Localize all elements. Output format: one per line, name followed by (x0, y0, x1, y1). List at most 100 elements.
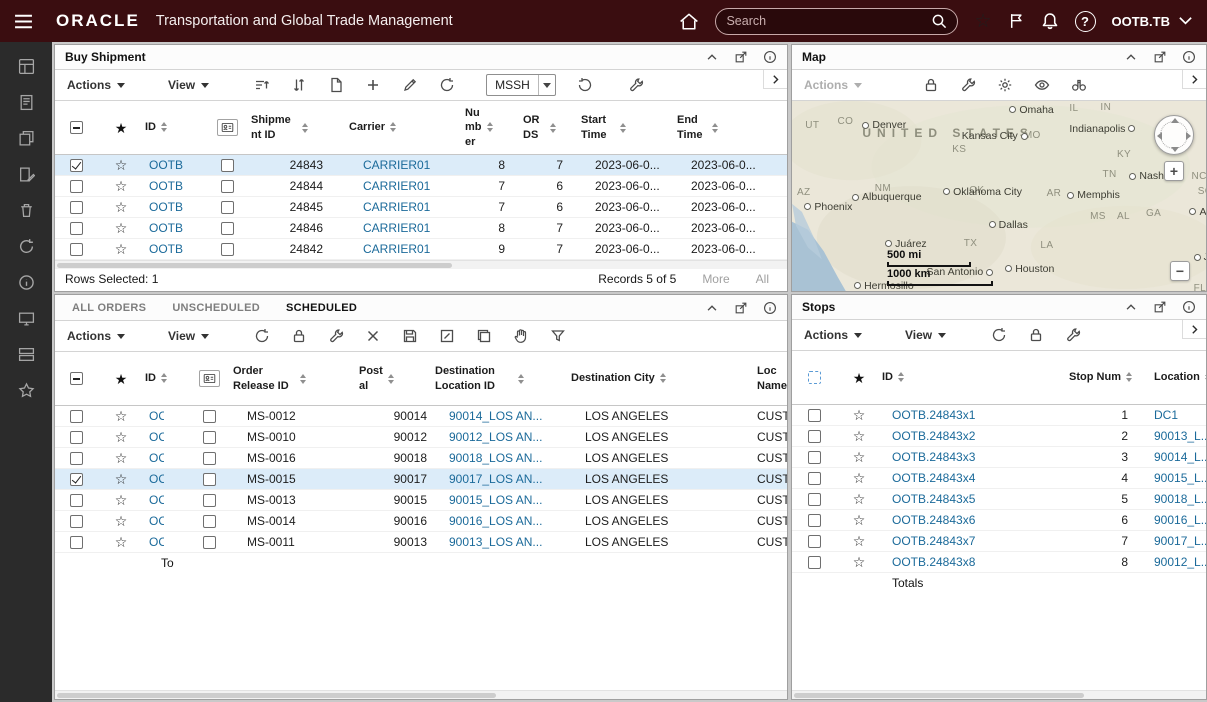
map-canvas[interactable]: UNITED STATES 500 mi 1000 km + − UTCOKSM… (792, 101, 1206, 291)
resequence-icon[interactable] (291, 77, 307, 93)
favorite-star-icon[interactable]: ☆ (115, 493, 128, 507)
shipment-id-link[interactable]: OOTB (145, 200, 203, 214)
settings-gear-icon[interactable] (997, 77, 1013, 93)
row-flag-checkbox[interactable] (221, 243, 234, 256)
location-link[interactable]: 90012_L... (1142, 555, 1206, 569)
select-all-checkbox[interactable] (70, 121, 83, 134)
favorite-star-icon[interactable]: ☆ (853, 471, 866, 485)
carrier-link[interactable]: CARRIER01 (349, 242, 465, 256)
row-checkbox[interactable] (808, 556, 821, 569)
pan-hand-icon[interactable] (513, 328, 529, 344)
location-link[interactable]: DC1 (1142, 408, 1206, 422)
horizontal-scrollbar[interactable] (55, 690, 787, 699)
filter-funnel-icon[interactable] (550, 328, 566, 344)
sort-icon[interactable] (1205, 372, 1206, 382)
favorite-star-icon[interactable]: ☆ (853, 534, 866, 548)
table-row[interactable]: ☆ OOTB.24843x2 2 90013_L... (792, 426, 1206, 447)
user-menu[interactable]: OOTB.TB (1112, 14, 1194, 29)
table-row[interactable]: ☆ OOTB MS-0013 90015 90015_LOS AN... LOS… (55, 490, 787, 511)
favorite-star-icon[interactable]: ☆ (115, 179, 128, 193)
row-checkbox[interactable] (808, 535, 821, 548)
monitor-icon[interactable] (18, 310, 35, 327)
favorite-star-icon[interactable]: ☆ (115, 535, 128, 549)
table-row[interactable]: ☆ OOTB.24843x5 5 90018_L... (792, 489, 1206, 510)
row-flag-checkbox[interactable] (203, 410, 216, 423)
favorite-star-icon[interactable]: ☆ (853, 555, 866, 569)
sort-icon[interactable] (487, 122, 493, 132)
info-icon[interactable] (1182, 50, 1196, 64)
sort-icon[interactable] (518, 374, 524, 384)
table-row[interactable]: ☆ OOTB MS-0012 90014 90014_LOS AN... LOS… (55, 406, 787, 427)
actions-dropdown[interactable]: Actions (67, 78, 125, 92)
sort-icon[interactable] (712, 123, 718, 133)
row-flag-checkbox[interactable] (203, 515, 216, 528)
favorite-star-icon[interactable]: ☆ (115, 472, 128, 486)
search-icon[interactable] (931, 13, 947, 29)
location-link[interactable]: 90014_L... (1142, 450, 1206, 464)
menu-hamburger-icon[interactable] (0, 13, 46, 30)
order-id-link[interactable]: OOTB (149, 430, 164, 444)
sort-icon[interactable] (302, 123, 308, 133)
sort-icon[interactable] (161, 373, 167, 383)
row-checkbox[interactable] (70, 180, 83, 193)
stop-id-link[interactable]: OOTB.24843x6 (882, 513, 1032, 527)
contact-card-icon[interactable] (217, 119, 238, 136)
favorite-star-icon[interactable]: ☆ (115, 451, 128, 465)
stop-id-link[interactable]: OOTB.24843x3 (882, 450, 1032, 464)
row-checkbox[interactable] (808, 514, 821, 527)
destination-location-link[interactable]: 90015_LOS AN... (435, 493, 571, 507)
horizontal-scrollbar[interactable] (55, 260, 787, 269)
new-document-icon[interactable] (328, 77, 344, 93)
location-link[interactable]: 90018_L... (1142, 492, 1206, 506)
info-icon[interactable] (763, 301, 777, 315)
table-row[interactable]: ☆ OOTB.24843x7 7 90017_L... (792, 531, 1206, 552)
stop-id-link[interactable]: OOTB.24843x4 (882, 471, 1032, 485)
favorite-star-icon[interactable]: ☆ (115, 200, 128, 214)
tools-wrench-icon[interactable] (960, 77, 976, 93)
row-flag-checkbox[interactable] (203, 494, 216, 507)
popout-window-icon[interactable] (734, 301, 748, 315)
visibility-eye-icon[interactable] (1034, 77, 1050, 93)
column-header-id[interactable]: ID (882, 370, 1032, 384)
column-header-ords[interactable]: ORDS (523, 113, 581, 142)
destination-location-link[interactable]: 90016_LOS AN... (435, 514, 571, 528)
tools-wrench-icon[interactable] (328, 328, 344, 344)
scrollbar-thumb[interactable] (57, 693, 496, 699)
column-header-loc-name[interactable]: Loc Name (701, 364, 787, 393)
row-flag-checkbox[interactable] (203, 431, 216, 444)
duplicate-copy-icon[interactable] (476, 328, 492, 344)
select-all-checkbox[interactable] (70, 372, 83, 385)
favorite-star-icon[interactable]: ☆ (115, 221, 128, 235)
remove-x-icon[interactable] (365, 328, 381, 344)
scrollbar-thumb[interactable] (57, 263, 452, 269)
shipment-id-link[interactable]: OOTB (145, 158, 203, 172)
toolbar-overflow-button[interactable] (763, 70, 787, 89)
row-checkbox[interactable] (70, 431, 83, 444)
contact-card-icon[interactable] (199, 370, 220, 387)
collapse-panel-icon[interactable] (1124, 300, 1138, 314)
order-form-icon[interactable] (18, 94, 35, 111)
carrier-link[interactable]: CARRIER01 (349, 179, 465, 193)
row-flag-checkbox[interactable] (221, 222, 234, 235)
info-icon[interactable] (18, 274, 35, 291)
collapse-panel-icon[interactable] (705, 50, 719, 64)
actions-dropdown[interactable]: Actions (804, 78, 862, 92)
order-id-link[interactable]: OOTB (149, 472, 164, 486)
table-row[interactable]: ☆ OOTB MS-0014 90016 90016_LOS AN... LOS… (55, 511, 787, 532)
row-checkbox[interactable] (808, 472, 821, 485)
stop-id-link[interactable]: OOTB.24843x1 (882, 408, 1032, 422)
column-header-carrier[interactable]: Carrier (349, 120, 465, 134)
favorite-star-icon[interactable]: ☆ (115, 158, 128, 172)
view-dropdown[interactable]: View (905, 328, 946, 342)
table-row[interactable]: ☆ OOTB 24845 CARRIER01 7 6 2023-06-0... … (55, 197, 787, 218)
row-checkbox[interactable] (808, 409, 821, 422)
all-link[interactable]: All (756, 272, 769, 286)
sort-icon[interactable] (390, 122, 396, 132)
sort-icon[interactable] (300, 374, 306, 384)
sort-icon[interactable] (388, 374, 394, 384)
destination-location-link[interactable]: 90012_LOS AN... (435, 430, 571, 444)
actions-dropdown[interactable]: Actions (67, 329, 125, 343)
column-header-number[interactable]: Number (465, 106, 523, 149)
select-all-checkbox[interactable] (808, 371, 821, 384)
binoculars-icon[interactable] (1071, 77, 1087, 93)
